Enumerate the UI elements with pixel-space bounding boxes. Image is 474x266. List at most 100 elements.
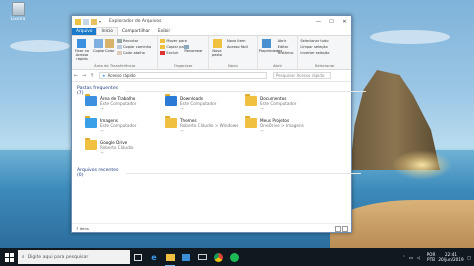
- folder-documents[interactable]: Documentos Este Computador ⊸: [245, 94, 297, 111]
- folder-my-projects[interactable]: Meus Projetos OneDrive > Imagens ⊸: [245, 116, 304, 133]
- projects-folder-icon: [245, 116, 257, 128]
- view-buttons: [335, 226, 348, 232]
- network-icon[interactable]: ▭: [409, 255, 413, 260]
- chrome-icon: [213, 252, 223, 262]
- select-all-button[interactable]: Selecionar tudo: [300, 39, 328, 43]
- new-folder-button[interactable]: Nova pasta: [210, 49, 224, 57]
- copy-path-button[interactable]: Copiar caminho: [117, 45, 151, 49]
- desktop-icon-recycle-bin[interactable]: Lixeira: [6, 2, 30, 22]
- clock[interactable]: 22:41 20/jun/2019: [438, 252, 464, 262]
- chrome-button[interactable]: [210, 248, 226, 266]
- pin-icon: ⊸: [180, 128, 184, 133]
- store-button[interactable]: [178, 248, 194, 266]
- tab-view[interactable]: Exibir: [154, 28, 174, 35]
- taskbar-search[interactable]: ⌕ Digite aqui para pesquisar: [18, 250, 130, 264]
- forward-button[interactable]: →: [80, 73, 88, 79]
- section-frequent-folders[interactable]: Pastas frequentes (7): [77, 86, 366, 96]
- mail-button[interactable]: [194, 248, 210, 266]
- taskbar: ⌕ Digite aqui para pesquisar e ˄ ▭ ◁ POR…: [0, 248, 474, 266]
- details-view-button[interactable]: [335, 226, 341, 232]
- copy-to-button[interactable]: Copiar para: [160, 45, 187, 49]
- copy-path-icon: [117, 45, 122, 49]
- address-bar[interactable]: ★ Acesso rápido: [99, 72, 267, 79]
- spotify-button[interactable]: [226, 248, 242, 266]
- store-icon: [182, 253, 190, 261]
- content-pane: Pastas frequentes (7) Área de Trabalho E…: [72, 82, 366, 223]
- notifications-icon[interactable]: ▢: [467, 255, 471, 260]
- star-icon: ★: [102, 73, 106, 78]
- search-input[interactable]: Pesquisar Acesso rápido: [273, 72, 331, 79]
- folder-location: Roberto Cláudio > Windows: [180, 123, 239, 128]
- edge-button[interactable]: e: [146, 248, 162, 266]
- folder-location: OneDrive > Imagens: [260, 123, 304, 128]
- folder-themes[interactable]: Themes Roberto Cláudio > Windows ⊸: [165, 116, 239, 133]
- start-button[interactable]: [0, 248, 18, 266]
- pin-icon: [77, 39, 86, 48]
- task-view-button[interactable]: [130, 248, 146, 266]
- pin-icon: ⊸: [260, 106, 264, 111]
- move-to-button[interactable]: Mover para: [160, 39, 187, 43]
- open-button[interactable]: Abrir: [278, 39, 287, 43]
- new-item-button[interactable]: Novo item: [227, 39, 245, 43]
- paste-button[interactable]: Colar: [105, 49, 114, 53]
- address-bar-row: ← → ↑ ★ Acesso rápido Pesquisar Acesso r…: [72, 70, 351, 82]
- folder-desktop[interactable]: Área de Trabalho Este Computador ⊸: [85, 94, 136, 111]
- file-explorer-button[interactable]: [162, 248, 178, 266]
- folder-location: Este Computador: [260, 101, 297, 106]
- downloads-folder-icon: [165, 94, 177, 106]
- group-new: Nova pasta Novo item Acesso fácil Novo: [209, 36, 258, 69]
- pin-icon: ⊸: [100, 106, 104, 111]
- folder-downloads[interactable]: Downloads Este Computador ⊸: [165, 94, 216, 111]
- cloud: [10, 40, 70, 52]
- maximize-button[interactable]: ☐: [325, 16, 338, 27]
- window-title: Explorador de Arquivos: [109, 19, 162, 24]
- cut-button[interactable]: Recortar: [117, 39, 138, 43]
- invert-selection-button[interactable]: Inverter seleção: [300, 51, 329, 55]
- properties-icon: [261, 39, 271, 48]
- breadcrumb[interactable]: Acesso rápido: [108, 73, 136, 78]
- documents-folder-icon: [245, 94, 257, 106]
- paste-shortcut-button[interactable]: Colar atalho: [117, 51, 145, 55]
- folder-google-drive[interactable]: Google Drive Roberto Cláudio ⊸: [85, 138, 133, 155]
- large-icons-view-button[interactable]: [342, 226, 348, 232]
- ribbon-tabs: Arquivo Início Compartilhar Exibir: [72, 27, 351, 36]
- back-button[interactable]: ←: [72, 73, 80, 79]
- cloud: [370, 30, 450, 44]
- rename-button[interactable]: Renomear: [184, 45, 208, 53]
- language-indicator[interactable]: POR PTB: [424, 252, 438, 262]
- group-label: Abrir: [272, 63, 283, 68]
- status-bar: 7 itens: [72, 223, 351, 232]
- copy-icon: [94, 39, 103, 48]
- copy-to-icon: [160, 45, 166, 49]
- spotify-icon: [229, 252, 239, 262]
- tab-share[interactable]: Compartilhar: [118, 28, 154, 35]
- task-view-icon: [134, 253, 142, 261]
- pin-button[interactable]: Fixar no Acesso rápido: [73, 49, 91, 61]
- new-folder-icon: [213, 39, 223, 48]
- group-organize: Mover para Copiar para Excluir Renomear …: [158, 36, 210, 69]
- section-recent-files[interactable]: Arquivos recentes (0): [77, 168, 361, 178]
- tab-file[interactable]: Arquivo: [72, 28, 97, 35]
- up-button[interactable]: ↑: [88, 73, 96, 79]
- history-button[interactable]: Histórico: [278, 51, 294, 55]
- properties-icon[interactable]: [83, 18, 89, 25]
- easy-access-button[interactable]: Acesso fácil: [227, 45, 248, 49]
- tab-home[interactable]: Início: [96, 27, 118, 35]
- chevron-up-icon[interactable]: ˄: [403, 255, 405, 260]
- copy-button[interactable]: Copiar: [93, 49, 105, 53]
- folder-pictures[interactable]: Imagens Este Computador ⊸: [85, 116, 137, 133]
- group-clipboard: Fixar no Acesso rápido Copiar Colar Reco…: [72, 36, 159, 69]
- edit-button[interactable]: Editar: [278, 45, 289, 49]
- section-title: Arquivos recentes (0): [77, 168, 119, 178]
- paste-icon: [105, 39, 114, 48]
- close-button[interactable]: ✕: [338, 16, 351, 27]
- volume-icon[interactable]: ◁: [417, 255, 420, 260]
- new-folder-icon[interactable]: [91, 18, 97, 25]
- title-bar: ▾ Explorador de Arquivos — ☐ ✕: [72, 16, 351, 27]
- select-none-button[interactable]: Limpar seleção: [300, 45, 327, 49]
- move-icon: [160, 39, 166, 43]
- minimize-button[interactable]: —: [312, 16, 325, 27]
- folder-location: Este Computador: [100, 123, 137, 128]
- themes-folder-icon: [165, 116, 177, 128]
- delete-button[interactable]: Excluir: [160, 51, 178, 55]
